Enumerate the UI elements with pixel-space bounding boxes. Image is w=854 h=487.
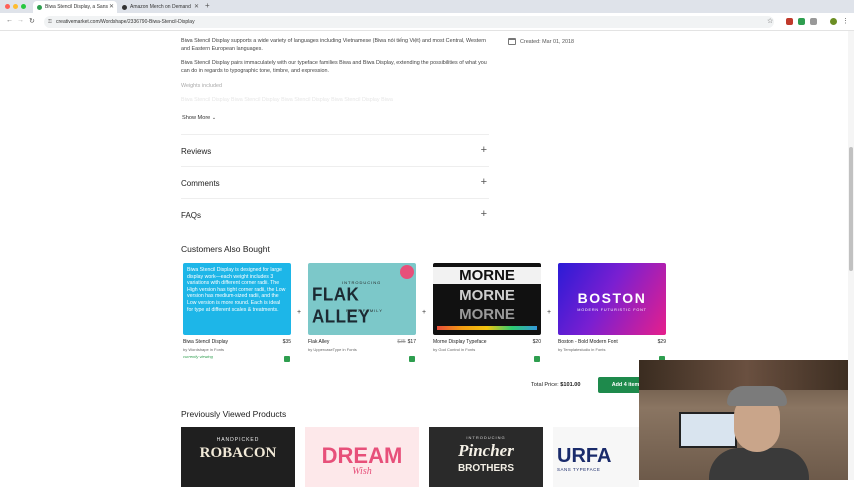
- thumbnail-sub-text: FONT FAMILY: [346, 308, 383, 313]
- product-author[interactable]: by Templatestudio in Fonts: [558, 347, 666, 352]
- thumbnail-title-text: FLAK ALLEY: [312, 284, 371, 327]
- thumbnail-text: Biwa Stencil Display is designed for lar…: [187, 267, 287, 314]
- description-paragraph: Biwa Stencil Display pairs immaculately …: [181, 60, 487, 74]
- bundle-card[interactable]: MORNE MORNE MORNE Morne Display Typeface…: [433, 263, 541, 352]
- comments-accordion[interactable]: Comments +: [181, 166, 489, 198]
- extensions-puzzle-icon[interactable]: [810, 18, 817, 25]
- product-author[interactable]: by God Control in Fonts: [433, 347, 541, 352]
- product-name[interactable]: Flak Alley: [308, 339, 329, 345]
- plus-separator-icon: +: [547, 309, 552, 316]
- lock-icon: ⚿: [48, 19, 52, 25]
- creative-market-favicon-icon: [37, 5, 42, 10]
- profile-avatar-icon[interactable]: [830, 18, 837, 25]
- minimize-window-icon[interactable]: [13, 4, 18, 9]
- bookmark-star-icon[interactable]: ☆: [767, 17, 773, 25]
- product-author[interactable]: by UppercaseType in Fonts: [308, 347, 416, 352]
- product-price: $20: [532, 339, 541, 345]
- maximize-window-icon[interactable]: [21, 4, 26, 9]
- expand-plus-icon[interactable]: +: [481, 144, 487, 156]
- bundle-card[interactable]: INTRODUCING FLAK ALLEY FONT FAMILY Flak …: [308, 263, 416, 352]
- product-price: $29: [657, 339, 666, 345]
- browser-tab[interactable]: Amazon Merch on Demand ✕: [118, 1, 202, 13]
- product-price: $35 $17: [397, 339, 416, 345]
- product-name[interactable]: Boston - Bold Modern Font: [558, 339, 618, 345]
- faqs-accordion[interactable]: FAQs +: [181, 198, 489, 230]
- webcam-overlay: [639, 360, 854, 480]
- webcam-person-body: [709, 448, 809, 480]
- expand-plus-icon[interactable]: +: [481, 208, 487, 220]
- product-name[interactable]: Morne Display Typeface: [433, 339, 487, 345]
- thumbnail-title-text: BOSTON: [577, 290, 647, 306]
- bundle-card[interactable]: BOSTON MODERN FUTURISTIC FONT Boston - B…: [558, 263, 666, 352]
- browser-tab-strip: Biwa Stencil Display, a Sans ✕ Amazon Me…: [0, 0, 854, 13]
- thumbnail-title-text: MORNE: [459, 306, 515, 323]
- address-bar-row: ← → ↻ ⚿ creativemarket.com/Wordshape/233…: [0, 13, 854, 31]
- webcam-person-cap: [727, 386, 787, 406]
- product-author[interactable]: by Wordshape in Fonts: [183, 347, 291, 352]
- window-controls: [5, 4, 26, 9]
- description-paragraph: Biwa Stencil Display supports a wide var…: [181, 38, 487, 52]
- previously-viewed-card[interactable]: DREAM Wish: [305, 427, 419, 487]
- thumbnail-title-text: MORNE: [433, 267, 541, 284]
- previously-viewed-heading: Previously Viewed Products: [181, 409, 287, 419]
- browser-menu-icon[interactable]: ⋮: [842, 17, 849, 25]
- currently-viewing-label: currently viewing: [183, 354, 213, 359]
- amazon-favicon-icon: [122, 5, 127, 10]
- selected-check-icon[interactable]: [409, 356, 415, 362]
- expand-plus-icon[interactable]: +: [481, 176, 487, 188]
- bundle-card[interactable]: Biwa Stencil Display is designed for lar…: [183, 263, 291, 359]
- sale-badge-icon: [400, 265, 414, 279]
- faded-weights-preview: Biwa Stencil Display Biwa Stencil Displa…: [181, 97, 393, 103]
- product-thumbnail[interactable]: INTRODUCING FLAK ALLEY FONT FAMILY: [308, 263, 416, 335]
- previously-viewed-card[interactable]: HANDPICKED ROBACON: [181, 427, 295, 487]
- previously-viewed-card[interactable]: INTRODUCING Pincher BROTHERS: [429, 427, 543, 487]
- customers-also-bought-heading: Customers Also Bought: [181, 244, 270, 254]
- url-input[interactable]: ⚿ creativemarket.com/Wordshape/2336790-B…: [44, 16, 774, 28]
- previously-viewed-card[interactable]: URFA SANS TYPEFACE: [553, 427, 639, 487]
- product-thumbnail[interactable]: Biwa Stencil Display is designed for lar…: [183, 263, 291, 335]
- plus-separator-icon: +: [422, 309, 427, 316]
- scrollbar-thumb[interactable]: [849, 147, 853, 271]
- thumbnail-color-strip: [437, 326, 537, 330]
- chevron-down-icon: ⌄: [211, 115, 217, 121]
- weights-heading: Weights included: [181, 83, 222, 89]
- bundle-total-price: Total Price: $101.00: [531, 382, 581, 388]
- back-icon[interactable]: ←: [6, 17, 13, 24]
- product-thumbnail[interactable]: BOSTON MODERN FUTURISTIC FONT: [558, 263, 666, 335]
- extension-icon[interactable]: [798, 18, 805, 25]
- close-window-icon[interactable]: [5, 4, 10, 9]
- new-tab-icon[interactable]: +: [205, 1, 210, 10]
- product-name[interactable]: Biwa Stencil Display: [183, 339, 228, 345]
- selected-check-icon[interactable]: [534, 356, 540, 362]
- browser-tab-active[interactable]: Biwa Stencil Display, a Sans ✕: [33, 1, 117, 13]
- thumbnail-sub-text: MODERN FUTURISTIC FONT: [577, 308, 647, 312]
- created-date: Created: Mar 01, 2018: [508, 38, 574, 45]
- thumbnail-title-text: MORNE: [459, 287, 515, 304]
- reload-icon[interactable]: ↻: [29, 17, 35, 25]
- show-more-link[interactable]: Show More ⌄: [182, 115, 216, 121]
- calendar-icon: [508, 38, 516, 45]
- reviews-accordion[interactable]: Reviews +: [181, 134, 489, 166]
- selected-check-icon[interactable]: [284, 356, 290, 362]
- product-price: $35: [282, 339, 291, 345]
- plus-separator-icon: +: [297, 309, 302, 316]
- extension-icon[interactable]: [786, 18, 793, 25]
- close-tab-icon[interactable]: ✕: [109, 1, 114, 13]
- product-thumbnail[interactable]: MORNE MORNE MORNE: [433, 263, 541, 335]
- webcam-background-monitor: [679, 412, 737, 448]
- forward-icon[interactable]: →: [17, 17, 24, 24]
- close-tab-icon[interactable]: ✕: [194, 1, 199, 13]
